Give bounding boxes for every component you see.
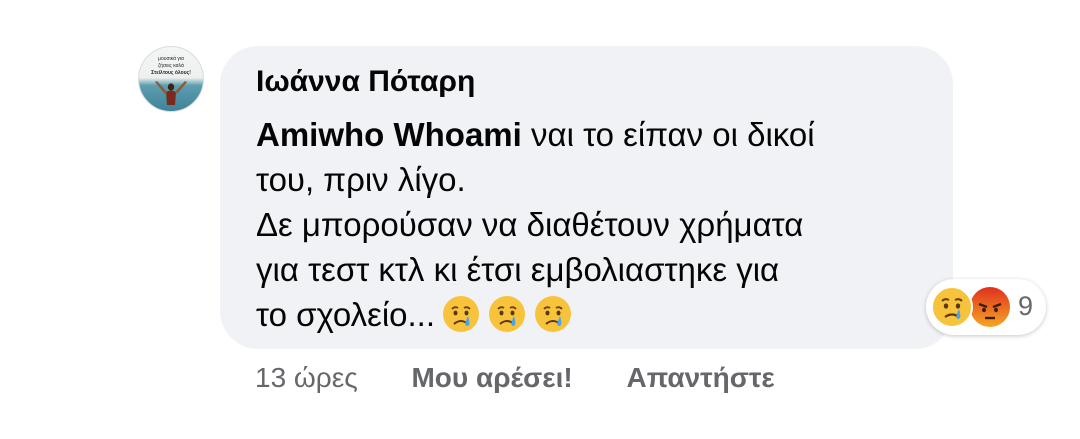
angry-reaction-icon: [970, 287, 1010, 327]
reply-button[interactable]: Απαντήστε: [626, 362, 774, 394]
crying-face-emoji-icon: [443, 296, 480, 332]
comment-actions: 13 ώρες Μου αρέσει! Απαντήστε: [255, 362, 775, 394]
reactions-summary[interactable]: 9: [926, 279, 1046, 335]
comment-line: Amiwho Whoami ναι το είπαν οι δικοί: [256, 112, 936, 157]
reaction-count: 9: [1018, 291, 1034, 321]
mention-link[interactable]: Amiwho Whoami: [256, 116, 522, 153]
like-button[interactable]: Μου αρέσει!: [411, 362, 572, 394]
comment-timestamp[interactable]: 13 ώρες: [255, 362, 358, 394]
comment-text-fragment: ναι το είπαν οι δικοί: [521, 116, 815, 153]
comment-line: για τεστ κτλ κι έτσι εμβολιαστηκε για: [256, 251, 780, 288]
avatar-caption-line: ζήσεις καλά: [158, 62, 184, 69]
comment: μουσικά για ζήσεις καλά Στείλτους όλους!…: [0, 0, 1080, 439]
comment-text: Amiwho Whoami ναι το είπαν οι δικοί του,…: [256, 112, 936, 337]
comment-author[interactable]: Ιωάννα Πόταρη: [256, 65, 475, 99]
crying-face-emoji-icon: [489, 296, 526, 332]
comment-line: το σχολείο...: [256, 292, 936, 337]
comment-text-fragment: το σχολείο...: [256, 296, 436, 333]
comment-bubble: Ιωάννα Πόταρη Amiwho Whoami ναι το είπαν…: [220, 46, 953, 349]
sad-reaction-icon: [931, 286, 973, 328]
crying-face-emoji-icon: [535, 296, 572, 332]
comment-line: του, πριν λίγο.: [256, 161, 466, 198]
avatar-caption-line: Στείλτους όλους!: [151, 70, 191, 76]
comment-line: Δε μπορούσαν να διαθέτουν χρήματα: [256, 206, 804, 243]
avatar-caption-line: μουσικά για: [158, 55, 184, 62]
avatar[interactable]: μουσικά για ζήσεις καλά Στείλτους όλους!: [138, 46, 204, 112]
